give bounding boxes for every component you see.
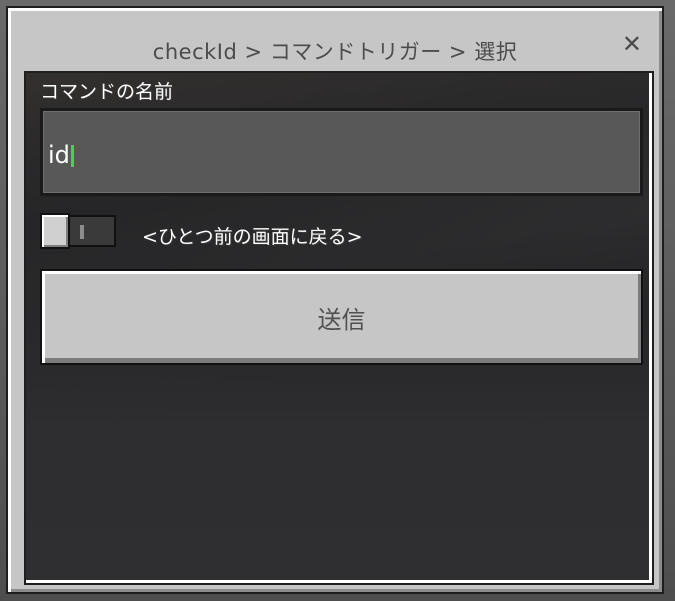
command-name-value: id	[48, 141, 70, 169]
send-button[interactable]: 送信	[40, 269, 643, 365]
command-name-label: コマンドの名前	[40, 81, 174, 103]
command-name-input[interactable]: id	[40, 108, 643, 196]
close-icon[interactable]: ✕	[622, 32, 642, 56]
dialog-title: checkId > コマンドトリガー > 選択	[152, 40, 518, 64]
send-button-label: 送信	[317, 305, 366, 334]
form-panel: コマンドの名前 id <ひとつ前の画面に戻る> 送信	[24, 71, 654, 585]
toggle-off-indicator	[80, 225, 84, 239]
text-caret	[70, 145, 74, 167]
toggle-knob[interactable]	[40, 213, 70, 249]
command-name-value-wrap: id	[48, 141, 74, 169]
back-toggle-label: <ひとつ前の画面に戻る>	[142, 226, 363, 248]
back-toggle[interactable]	[40, 213, 118, 249]
command-dialog: checkId > コマンドトリガー > 選択 ✕ コマンドの名前 id <ひと…	[6, 6, 664, 594]
